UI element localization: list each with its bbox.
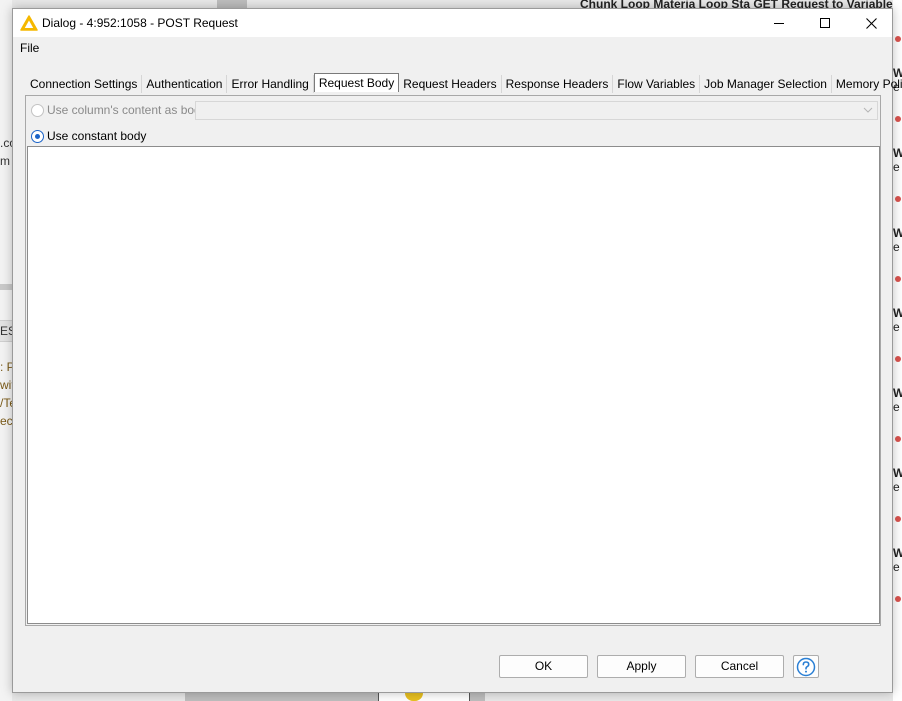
node-port-dot [895,596,901,602]
tab-request-body[interactable]: Request Body [313,73,400,92]
maximize-button[interactable] [802,9,848,37]
dialog-title: Dialog - 4:952:1058 - POST Request [42,16,238,30]
node-port-dot [895,196,901,202]
request-body-panel: Use column's content as body Use constan… [25,95,881,626]
background-left-text: m [0,154,10,168]
node-port-dot [895,356,901,362]
background-node-label: We [893,306,902,334]
background-left-splitter[interactable] [0,284,12,290]
column-content-radio-label: Use column's content as body [47,103,207,117]
background-node-label: We [893,386,902,414]
background-left-text: EST [0,324,12,338]
background-left-panel [0,0,12,701]
background-node-label: We [893,466,902,494]
background-node-titles: Chunk Loop Materia Loop Sta GET Request … [580,0,893,8]
close-button[interactable] [848,9,894,37]
apply-button[interactable]: Apply [597,655,686,678]
background-node-label: We [893,546,902,574]
minimize-button[interactable] [756,9,802,37]
warning-triangle-icon [20,15,38,31]
background-left-text: wit [0,378,12,392]
post-request-dialog: Dialog - 4:952:1058 - POST Request File … [12,8,902,693]
help-icon [796,657,816,676]
background-node [378,693,470,701]
minimize-icon [774,23,784,24]
column-content-radio[interactable] [31,104,44,117]
tab-job-manager-selection[interactable]: Job Manager Selection [700,75,832,93]
maximize-icon [820,18,830,28]
node-port-dot [895,116,901,122]
chevron-down-icon [863,107,873,113]
tab-error-handling[interactable]: Error Handling [227,75,314,93]
node-port-dot [895,36,901,42]
constant-body-radio[interactable] [31,130,44,143]
ok-button[interactable]: OK [499,655,588,678]
node-port-dot [895,276,901,282]
tab-bar: Connection Settings Authentication Error… [26,73,902,94]
background-left-text: ect [0,414,12,428]
title-bar[interactable]: Dialog - 4:952:1058 - POST Request [13,9,892,37]
tab-memory-policy[interactable]: Memory Policy [832,75,902,93]
background-left-text: : P [0,360,12,374]
help-button[interactable] [793,655,819,678]
tab-flow-variables[interactable]: Flow Variables [613,75,701,93]
constant-body-editor[interactable] [27,146,880,624]
tab-authentication[interactable]: Authentication [142,75,228,93]
background-node-label: We [893,226,902,254]
background-top-strip [217,0,247,8]
node-port-dot [895,436,901,442]
tab-request-headers[interactable]: Request Headers [399,75,502,93]
background-node-label: We [893,146,902,174]
column-select[interactable] [195,101,878,120]
close-icon [865,17,877,29]
menu-file[interactable]: File [20,41,39,55]
cancel-button[interactable]: Cancel [695,655,784,678]
background-left-text: /Te [0,396,12,410]
node-port-dot [895,516,901,522]
constant-body-radio-label: Use constant body [47,129,147,143]
background-left-text: .co [0,136,12,150]
tab-connection-settings[interactable]: Connection Settings [26,75,143,93]
tab-response-headers[interactable]: Response Headers [502,75,614,93]
menu-bar: File [13,37,892,58]
